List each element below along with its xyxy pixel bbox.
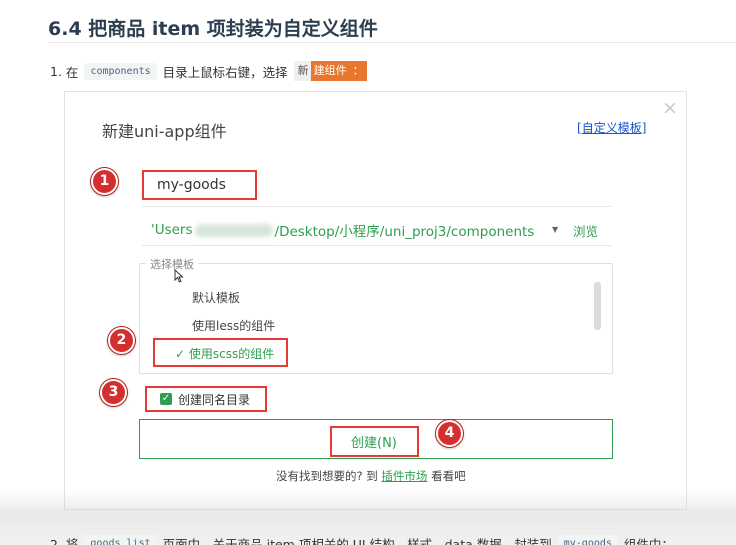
- step-1-text-b: 目录上鼠标右键，选择: [162, 64, 288, 80]
- new-component-menu-item: 新建组件：: [293, 61, 367, 81]
- template-legend: 选择模板: [146, 256, 198, 272]
- plugin-market-text: 没有找到想要的? 到 插件市场 看看吧: [276, 468, 466, 484]
- name-field-underline: [142, 206, 612, 207]
- step-badge-4: 4: [436, 420, 463, 447]
- scss-highlight-box: [153, 338, 288, 367]
- mouse-cursor-icon: [174, 269, 184, 283]
- step-2-mid: 页面中，关于商品 item 项相关的 UI 结构、样式、data 数据，封装到: [162, 537, 552, 545]
- browse-button[interactable]: 浏览: [573, 221, 598, 240]
- same-name-dir-label: 创建同名目录: [178, 393, 251, 407]
- menu-item-highlight: 建组件: [310, 61, 350, 81]
- goods-list-code: goods_list: [84, 535, 157, 545]
- plugin-market-link[interactable]: 插件市场: [381, 469, 427, 483]
- step-1-text: 1. 在 components 目录上鼠标右键，选择 新建组件：: [50, 61, 367, 81]
- section-heading: 6.4 把商品 item 项封装为自定义组件: [48, 18, 378, 40]
- component-path-field[interactable]: 'Users/Desktop/小程序/uni_proj3/components: [151, 220, 534, 240]
- step-badge-3: 3: [100, 379, 127, 406]
- new-component-dialog: 新建uni-app组件 [自定义模板] × my-goods 'Users/De…: [64, 91, 687, 510]
- step-badge-1: 1: [91, 168, 118, 195]
- close-icon[interactable]: ×: [662, 99, 678, 118]
- path-dropdown-icon[interactable]: ▼: [552, 225, 558, 234]
- template-option-default[interactable]: 默认模板: [192, 289, 240, 306]
- heading-divider: [48, 42, 736, 43]
- component-name-input[interactable]: my-goods: [142, 170, 257, 200]
- step-1-text-a: 在: [65, 64, 79, 80]
- blurred-username: [194, 223, 273, 237]
- my-goods-code: my-goods: [557, 535, 618, 545]
- path-prefix: 'Users: [151, 222, 193, 238]
- menu-item-tail: ：: [349, 61, 367, 81]
- menu-item-grey-part: 新: [293, 61, 311, 81]
- step-2-text: 2. 将 goods_list 页面中，关于商品 item 项相关的 UI 结构…: [50, 534, 674, 545]
- create-button-label: 创建(N): [351, 436, 397, 451]
- dialog-title: 新建uni-app组件: [102, 122, 227, 141]
- step-1-number: 1.: [50, 63, 62, 79]
- template-list-scrollbar[interactable]: [594, 282, 601, 330]
- custom-template-link[interactable]: [自定义模板]: [577, 119, 646, 136]
- step-badge-2: 2: [108, 327, 135, 354]
- market-text-before: 没有找到想要的? 到: [276, 469, 378, 483]
- path-suffix: /Desktop/小程序/uni_proj3/components: [274, 224, 535, 240]
- custom-template-label: 自定义模板: [581, 121, 642, 135]
- step-2-end: 组件中：: [623, 537, 674, 545]
- step-2-lead: 2. 将: [50, 537, 79, 545]
- components-code: components: [84, 62, 157, 80]
- same-name-dir-checkbox[interactable]: ✓: [160, 393, 172, 405]
- path-field-underline: [142, 245, 612, 246]
- custom-template-close-bracket: ]: [641, 121, 647, 135]
- template-option-less[interactable]: 使用less的组件: [192, 317, 275, 334]
- market-text-after: 看看吧: [431, 469, 466, 483]
